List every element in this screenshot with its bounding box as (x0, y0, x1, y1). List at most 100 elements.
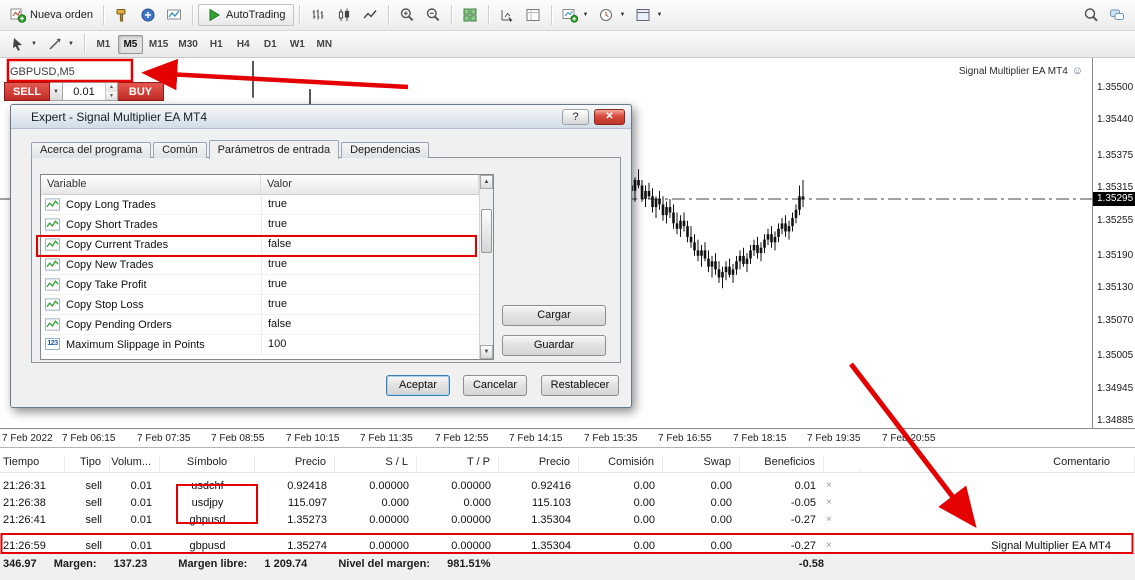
cursor-mode-dropdown[interactable]: ▼ (5, 33, 42, 55)
param-row[interactable]: 123 Maximum Slippage in Points 100 (41, 335, 479, 355)
column-header[interactable]: Símbolo (160, 456, 255, 472)
column-header[interactable]: Precio (255, 456, 335, 472)
trade-row[interactable]: 21:26:38 sell 0.01 usdjpy 115.097 0.000 0.000 1… (0, 494, 1135, 511)
param-row[interactable]: Copy Short Trades true (41, 215, 479, 235)
current-price-tag: 1.35295 (1093, 192, 1135, 206)
chevron-down-icon: ▼ (67, 41, 74, 47)
autotrading-play-icon (206, 7, 222, 23)
parameters-rows: Copy Long Trades true Copy Short Trades tru… (41, 195, 479, 355)
close-trade-button[interactable]: × (824, 480, 860, 491)
price-axis-label: 1.35440 (1097, 114, 1134, 125)
crosshair-chart-icon (499, 7, 515, 23)
timeframe-h4[interactable]: H4 (231, 35, 256, 54)
period-dropdown[interactable]: ▼ (593, 4, 630, 26)
save-button[interactable]: Guardar (502, 335, 606, 356)
order-type-caret[interactable]: ▼ (50, 82, 63, 101)
line-chart-button[interactable] (357, 4, 383, 26)
column-header[interactable]: T / P (417, 456, 499, 472)
template-dropdown[interactable]: ▼ (630, 4, 667, 26)
timeframe-h1[interactable]: H1 (204, 35, 229, 54)
crosshair-button[interactable] (494, 4, 520, 26)
column-header[interactable]: Volum... (110, 456, 160, 472)
scrollbar-thumb[interactable] (481, 209, 492, 253)
zoom-in-button[interactable] (394, 4, 420, 26)
param-row[interactable]: Copy Stop Loss true (41, 295, 479, 315)
column-header[interactable]: Tiempo (0, 456, 65, 472)
tab-dependencias[interactable]: Dependencias (341, 142, 430, 158)
trade-row[interactable]: 21:26:59 sell 0.01 gbpusd 1.35274 0.00000 0.00… (0, 537, 1135, 554)
param-row[interactable]: Copy Pending Orders false (41, 315, 479, 335)
parameters-scrollbar[interactable]: ▲ ▼ (479, 175, 493, 359)
trade-row[interactable]: 21:26:41 sell 0.01 gbpusd 1.35273 0.00000 0.00… (0, 511, 1135, 528)
new-order-button[interactable]: Nueva orden (5, 4, 98, 26)
chat-button[interactable] (1104, 4, 1130, 26)
tab-acerca-del-programa[interactable]: Acerca del programa (31, 142, 152, 158)
param-name-label: Copy Pending Orders (66, 318, 172, 331)
column-header[interactable]: S / L (335, 456, 417, 472)
timeframe-m1[interactable]: M1 (91, 35, 116, 54)
timeframe-d1[interactable]: D1 (258, 35, 283, 54)
sell-button[interactable]: SELL (4, 82, 50, 101)
column-header[interactable]: Precio (499, 456, 579, 472)
new-chart-dropdown[interactable]: ▼ (557, 4, 594, 26)
scroll-up-icon[interactable]: ▲ (480, 175, 493, 189)
column-header[interactable]: Swap (663, 456, 740, 472)
strategy-tester-button[interactable] (161, 4, 187, 26)
cancel-button[interactable]: Cancelar (463, 375, 527, 396)
column-header[interactable]: Beneficios (740, 456, 824, 472)
param-row[interactable]: Copy Take Profit true (41, 275, 479, 295)
price-axis[interactable]: 1.35295 1.35500 1.35440 1.35375 1.35315 1.35… (1092, 58, 1135, 428)
param-row[interactable]: Copy New Trades true (41, 255, 479, 275)
dialog-help-button[interactable]: ? (562, 108, 589, 125)
trade-cell: 0.01 (130, 513, 152, 526)
buy-button[interactable]: BUY (118, 82, 164, 101)
volume-stepper[interactable]: 0.01 ▲ ▼ (63, 82, 118, 101)
trade-cell: 0.01 (130, 479, 152, 492)
column-header[interactable]: Comisión (579, 456, 663, 472)
data-window-button[interactable] (520, 4, 546, 26)
expert-properties-button[interactable] (109, 4, 135, 26)
volume-down-icon[interactable]: ▼ (106, 91, 117, 100)
timeframe-w1[interactable]: W1 (285, 35, 310, 54)
timeframe-m5[interactable]: M5 (117, 34, 143, 54)
search-button[interactable] (1078, 4, 1104, 26)
trade-row[interactable]: 21:26:31 sell 0.01 usdchf 0.92418 0.00000 0.00… (0, 477, 1135, 494)
param-name: Copy New Trades (41, 255, 261, 274)
scroll-down-icon[interactable]: ▼ (480, 345, 493, 359)
line-studies-dropdown[interactable]: ▼ (42, 33, 79, 55)
tile-windows-button[interactable] (457, 4, 483, 26)
column-header-variable: Variable (41, 175, 261, 194)
param-row[interactable]: Copy Current Trades false (41, 235, 479, 255)
column-header[interactable] (824, 468, 860, 472)
metaeditor-button[interactable] (135, 4, 161, 26)
zoom-out-icon (425, 7, 441, 23)
close-trade-button[interactable]: × (824, 514, 860, 525)
load-button[interactable]: Cargar (502, 305, 606, 326)
reset-button[interactable]: Restablecer (541, 375, 619, 396)
param-row[interactable]: Copy Long Trades true (41, 195, 479, 215)
autotrading-button[interactable]: AutoTrading (198, 4, 294, 26)
bar-chart-button[interactable] (305, 4, 331, 26)
separator (192, 5, 193, 25)
volume-value[interactable]: 0.01 (63, 86, 105, 98)
dialog-titlebar[interactable]: Expert - Signal Multiplier EA MT4 ? ✕ (11, 105, 631, 129)
tab-com-n[interactable]: Común (153, 142, 207, 158)
one-click-trading-panel: SELL ▼ 0.01 ▲ ▼ BUY (4, 82, 164, 101)
zoom-out-button[interactable] (420, 4, 446, 26)
parameters-table: Variable Valor Copy Long Trades true Copy … (40, 174, 494, 360)
new-chart-icon (562, 7, 578, 23)
tab-par-metros-de-entrada[interactable]: Parámetros de entrada (208, 140, 340, 159)
candlestick-chart-icon (336, 7, 352, 23)
timeframe-m30[interactable]: M30 (174, 35, 201, 54)
timeframe-m15[interactable]: M15 (145, 35, 172, 54)
close-trade-button[interactable]: × (824, 497, 860, 508)
close-trade-button[interactable]: × (824, 540, 860, 551)
column-header[interactable]: Tipo (65, 456, 110, 472)
ok-button[interactable]: Aceptar (386, 375, 450, 396)
timeframe-mn[interactable]: MN (312, 35, 337, 54)
candlestick-chart-button[interactable] (331, 4, 357, 26)
column-header[interactable]: Comentario (860, 456, 1135, 472)
dialog-close-button[interactable]: ✕ (594, 108, 625, 125)
time-axis[interactable]: 7 Feb 2022 7 Feb 06:15 7 Feb 07:35 7 Feb 08… (0, 428, 1135, 447)
volume-up-icon[interactable]: ▲ (106, 83, 117, 92)
